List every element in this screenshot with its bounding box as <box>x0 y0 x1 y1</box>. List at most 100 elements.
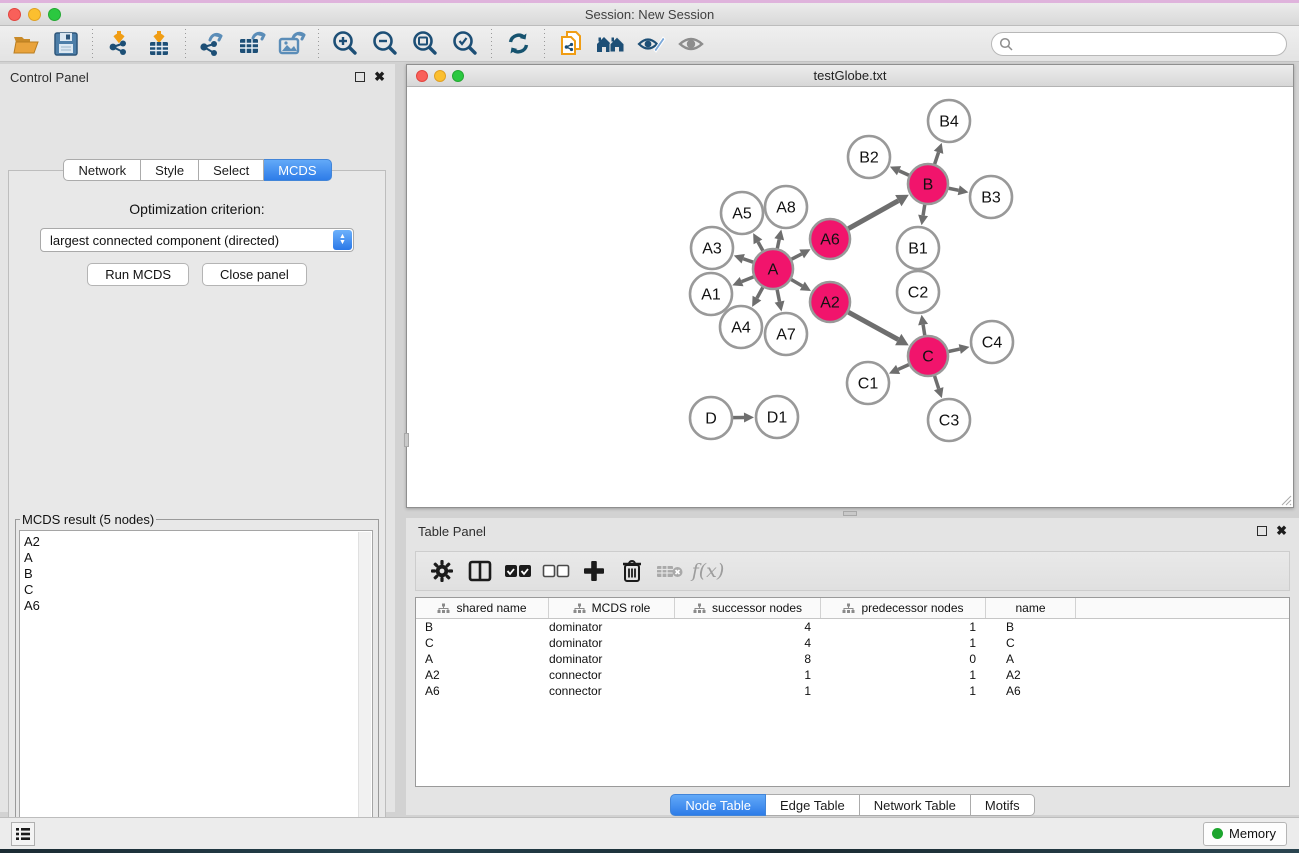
column-header-successor-nodes[interactable]: successor nodes <box>675 598 821 618</box>
toolbar-separator <box>491 29 492 59</box>
column-header-shared-name[interactable]: shared name <box>416 598 549 618</box>
mcds-result-item[interactable]: A6 <box>24 598 372 614</box>
tab-network[interactable]: Network <box>63 159 141 181</box>
window-titlebar[interactable]: Session: New Session <box>0 3 1299 26</box>
import-network-button[interactable] <box>99 28 139 60</box>
graph-edge-C-C4[interactable] <box>949 349 960 351</box>
tab-motifs[interactable]: Motifs <box>971 794 1035 816</box>
criterion-dropdown[interactable]: largest connected component (directed) ▲… <box>40 228 354 252</box>
create-column-button[interactable] <box>578 555 610 587</box>
graph-edge-A-A5[interactable] <box>758 242 763 251</box>
result-scrollbar[interactable] <box>358 532 371 853</box>
run-mcds-button[interactable]: Run MCDS <box>87 263 189 286</box>
save-session-button[interactable] <box>46 28 86 60</box>
table-row[interactable]: A6connector11A6 <box>416 683 1289 699</box>
graph-edge-C-C3[interactable] <box>935 376 939 389</box>
mcds-result-item[interactable]: A2 <box>24 534 372 550</box>
network-window-titlebar[interactable]: testGlobe.txt <box>407 65 1293 87</box>
tab-style[interactable]: Style <box>141 159 199 181</box>
node-table[interactable]: shared nameMCDS role successor nodes prede… <box>415 597 1290 787</box>
graph-edge-C-C2[interactable] <box>923 325 925 336</box>
graph-edge-A-A1[interactable] <box>742 277 754 282</box>
graph-edge-B-B4[interactable] <box>935 152 939 164</box>
tab-edge-table[interactable]: Edge Table <box>766 794 860 816</box>
memory-button[interactable]: Memory <box>1203 822 1287 846</box>
graph-edge-A-A6[interactable] <box>792 254 802 259</box>
deselect-all-button[interactable] <box>540 555 572 587</box>
table-row[interactable]: Adominator80A <box>416 651 1289 667</box>
checked-boxes-icon <box>504 564 532 578</box>
show-graphics-details-button[interactable] <box>631 28 671 60</box>
resize-grip-icon[interactable] <box>1279 493 1292 506</box>
eye-pen-icon <box>636 32 666 56</box>
search-input[interactable] <box>991 32 1287 56</box>
zoom-fit-button[interactable] <box>405 28 445 60</box>
task-history-button[interactable] <box>11 822 35 846</box>
table-cell: 1 <box>821 667 986 683</box>
table-options-gear-button[interactable] <box>426 555 458 587</box>
table-header-row: shared nameMCDS role successor nodes prede… <box>416 598 1289 619</box>
tab-mcds[interactable]: MCDS <box>264 159 331 181</box>
table-row[interactable]: Bdominator41B <box>416 619 1289 635</box>
table-cell: dominator <box>549 651 675 667</box>
column-icon <box>468 560 492 582</box>
column-header-predecessor-nodes[interactable]: predecessor nodes <box>821 598 986 618</box>
column-header-label: successor nodes <box>712 601 802 615</box>
close-panel-icon[interactable]: ✖ <box>374 72 385 82</box>
open-file-button[interactable] <box>6 28 46 60</box>
home-layout-button[interactable] <box>591 28 631 60</box>
table-cell: 1 <box>821 683 986 699</box>
float-table-panel-icon[interactable] <box>1257 526 1267 536</box>
splitter-grip[interactable] <box>843 511 857 516</box>
table-tabs: Node TableEdge TableNetwork TableMotifs <box>406 794 1299 816</box>
graph-edge-A2-C[interactable] <box>848 312 898 339</box>
hide-eye-button[interactable] <box>671 28 711 60</box>
splitter-grip[interactable] <box>404 433 409 447</box>
table-cell: 1 <box>821 619 986 635</box>
export-image-button[interactable] <box>272 28 312 60</box>
mcds-result-list[interactable]: A2ABCA6 <box>19 530 373 853</box>
table-cell: A <box>416 651 549 667</box>
import-table-button[interactable] <box>139 28 179 60</box>
select-all-button[interactable] <box>502 555 534 587</box>
copy-network-button[interactable] <box>551 28 591 60</box>
graph-edge-C-C1[interactable] <box>898 365 909 370</box>
graph-edge-B-B3[interactable] <box>949 188 959 190</box>
float-panel-icon[interactable] <box>355 72 365 82</box>
close-panel-button[interactable]: Close panel <box>202 263 307 286</box>
column-header-MCDS-role[interactable]: MCDS role <box>549 598 675 618</box>
graph-node-label: C4 <box>982 335 1003 352</box>
table-cell: A2 <box>416 667 549 683</box>
zoom-selected-button[interactable] <box>445 28 485 60</box>
graph-edge-A-A7[interactable] <box>777 290 779 302</box>
tab-node-table[interactable]: Node Table <box>670 794 766 816</box>
graph-edge-B-B2[interactable] <box>899 171 909 176</box>
show-column-button[interactable] <box>464 555 496 587</box>
mcds-result-item[interactable]: A <box>24 550 372 566</box>
table-row[interactable]: A2connector11A2 <box>416 667 1289 683</box>
tab-network-table[interactable]: Network Table <box>860 794 971 816</box>
mcds-result-item[interactable]: B <box>24 566 372 582</box>
graph-edge-B-B1[interactable] <box>923 205 925 216</box>
export-network-button[interactable] <box>192 28 232 60</box>
refresh-layout-button[interactable] <box>498 28 538 60</box>
mcds-result-fieldset: MCDS result (5 nodes) A2ABCA6 <box>15 512 379 853</box>
export-table-button[interactable] <box>232 28 272 60</box>
graph-edge-A-A8[interactable] <box>777 239 779 248</box>
close-table-panel-icon[interactable]: ✖ <box>1276 526 1287 536</box>
table-row[interactable]: Cdominator41C <box>416 635 1289 651</box>
zoom-in-button[interactable] <box>325 28 365 60</box>
zoom-out-button[interactable] <box>365 28 405 60</box>
graph-edge-A-A2[interactable] <box>791 280 802 286</box>
network-view-window[interactable]: testGlobe.txt B4B2BB3A8A5A6B1A3AC2A1A2A4… <box>406 64 1294 508</box>
dropdown-stepper-icon: ▲▼ <box>333 230 352 250</box>
network-canvas[interactable]: B4B2BB3A8A5A6B1A3AC2A1A2A4A7C4CC1C3DD1 <box>407 87 1293 507</box>
optimization-criterion-label: Optimization criterion: <box>9 201 385 217</box>
delete-column-button[interactable] <box>616 555 648 587</box>
graph-edge-A6-B[interactable] <box>848 201 898 229</box>
graph-edge-A-A3[interactable] <box>743 259 753 262</box>
tab-select[interactable]: Select <box>199 159 264 181</box>
mcds-result-item[interactable]: C <box>24 582 372 598</box>
graph-edge-A-A4[interactable] <box>757 287 763 298</box>
column-header-name[interactable]: name <box>986 598 1076 618</box>
